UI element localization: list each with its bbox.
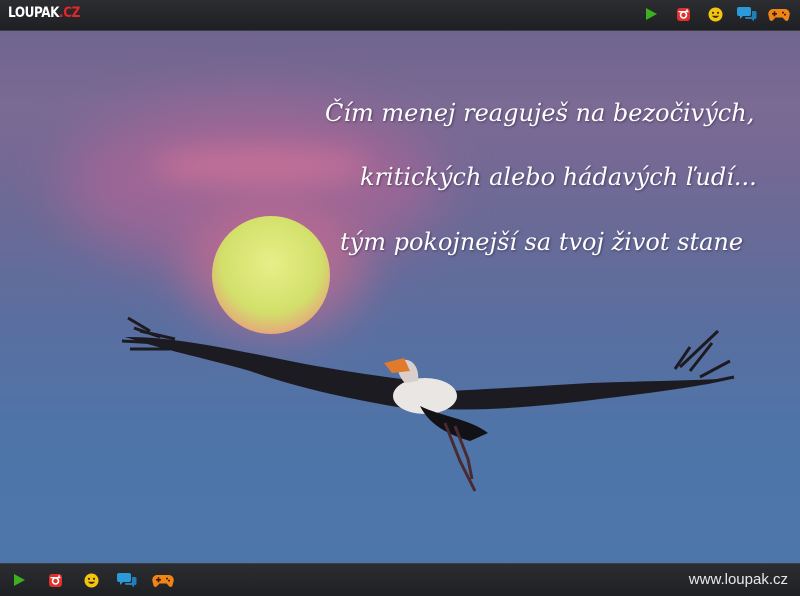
smiley-icon[interactable] (704, 5, 726, 23)
chat-icon[interactable] (116, 571, 138, 589)
gamepad-icon[interactable] (768, 5, 790, 23)
quote-image: Čím menej reaguješ na bezočivých, kritic… (0, 31, 800, 563)
quote-line-3: tým pokojnejší sa tvoj život stane (340, 228, 744, 256)
instagram-icon[interactable] (44, 571, 66, 589)
chat-icon[interactable] (736, 5, 758, 23)
play-icon[interactable] (8, 571, 30, 589)
flying-stork (121, 316, 735, 492)
quote-line-1: Čím menej reaguješ na bezočivých, (325, 99, 755, 127)
bottom-icon-group (8, 571, 188, 589)
logo-text: LOUPAK (8, 5, 60, 21)
setting-sun (212, 216, 330, 334)
top-bar: LOUPAK.CZ (0, 0, 800, 31)
site-url[interactable]: www.loupak.cz (689, 571, 788, 588)
logo-suffix: .CZ (59, 5, 80, 21)
bottom-bar: www.loupak.cz (0, 563, 800, 596)
gamepad-icon[interactable] (152, 571, 174, 589)
smiley-icon[interactable] (80, 571, 102, 589)
instagram-icon[interactable] (672, 5, 694, 23)
top-icon-group (630, 5, 790, 23)
quote-line-2: kritických alebo hádavých ľudí... (360, 163, 757, 191)
play-icon[interactable] (640, 5, 662, 23)
site-logo[interactable]: LOUPAK.CZ (8, 5, 80, 21)
